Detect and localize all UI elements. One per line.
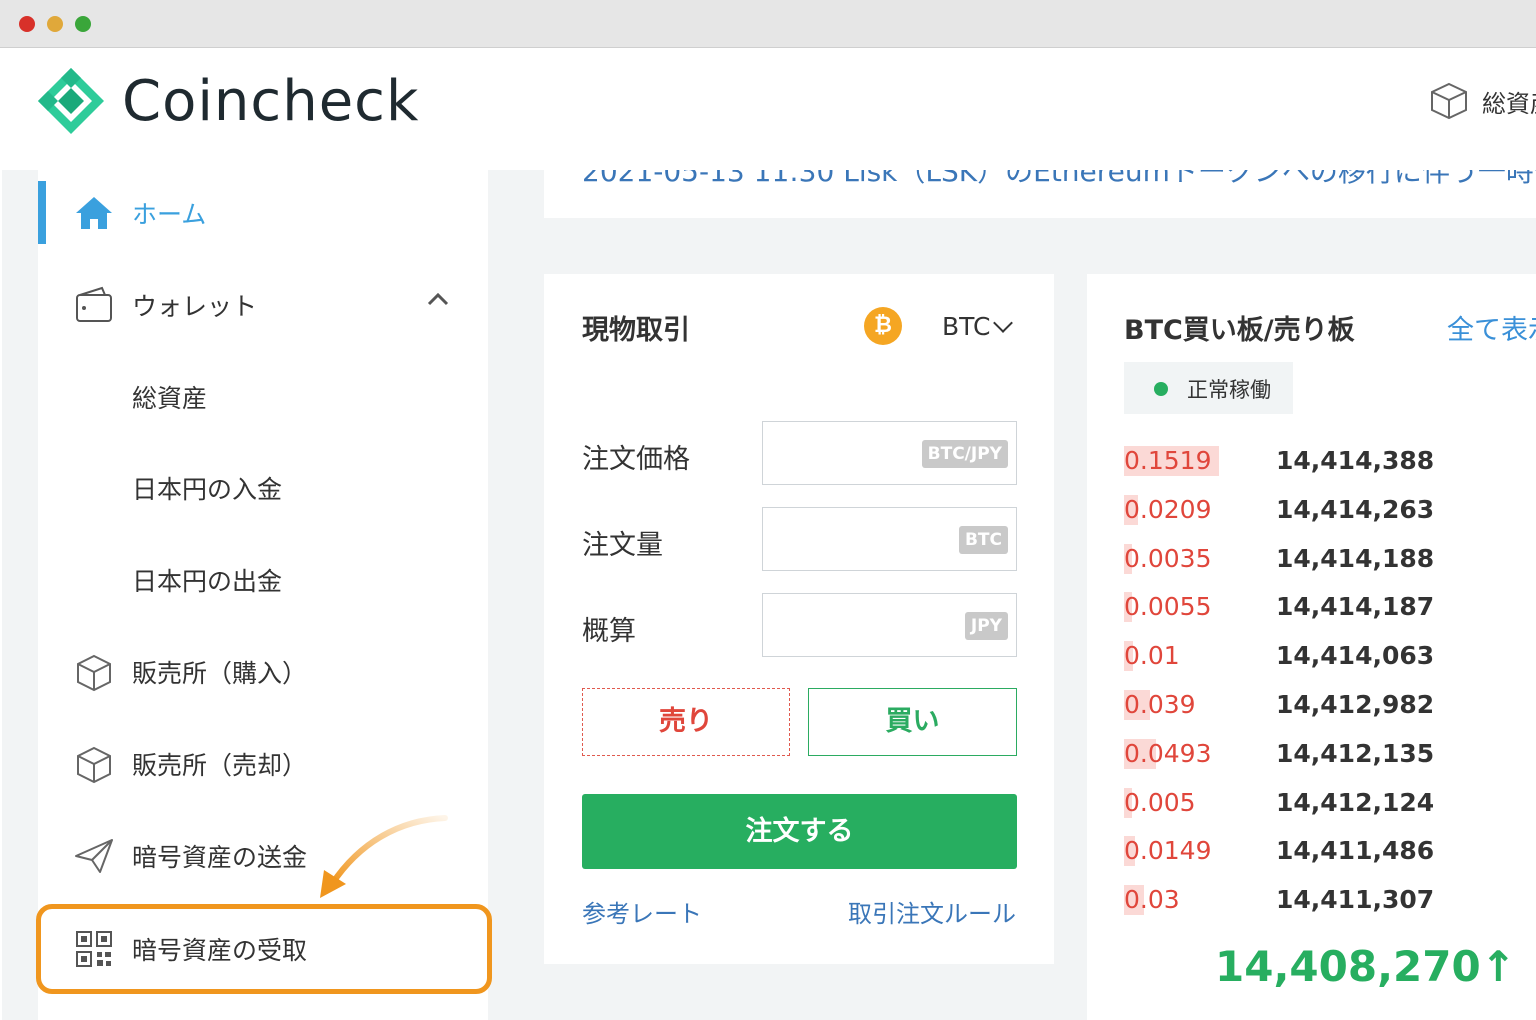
sidebar-item-label: 暗号資産の送金 xyxy=(132,843,308,872)
ask-amount: 0.1519 xyxy=(1124,446,1212,475)
ask-amount: 0.0055 xyxy=(1124,592,1212,622)
sidebar-item-label: ホーム xyxy=(132,200,207,229)
order-price-label: 注文価格 xyxy=(582,444,690,475)
ask-price: 14,411,307 xyxy=(1276,885,1435,915)
table-row[interactable]: 0.0209 14,414,263 xyxy=(1124,494,1524,525)
status-text: 正常稼働 xyxy=(1187,378,1271,402)
spot-trade-panel: 現物取引 ₿ BTC 注文価格 BTC/JPY 注文量 BTC 概算 JPY 売… xyxy=(544,274,1054,964)
status-dot-icon xyxy=(1154,382,1168,396)
table-row[interactable]: 0.0035 14,414,188 xyxy=(1124,543,1524,574)
close-window-icon[interactable] xyxy=(19,16,35,32)
table-row[interactable]: 0.03 14,411,307 xyxy=(1124,885,1524,916)
table-row[interactable]: 0.0149 14,411,486 xyxy=(1124,836,1524,867)
sidebar-item-jpy-withdraw[interactable]: 日本円の出金 xyxy=(38,545,488,615)
ask-price: 14,412,135 xyxy=(1276,738,1435,768)
wallet-icon xyxy=(76,286,112,322)
status-badge: 正常稼働 xyxy=(1124,362,1293,414)
table-row[interactable]: 0.0493 14,412,135 xyxy=(1124,738,1524,769)
ask-amount: 0.0149 xyxy=(1124,836,1212,866)
sidebar-item-exchange-sell[interactable]: 販売所（売却） xyxy=(38,729,488,799)
ask-amount: 0.03 xyxy=(1124,885,1180,915)
unit-badge: JPY xyxy=(964,612,1008,640)
ask-price: 14,414,388 xyxy=(1276,446,1435,475)
chevron-down-icon xyxy=(993,313,1014,333)
minimize-window-icon[interactable] xyxy=(47,16,63,32)
table-row[interactable]: 0.1519 14,414,388 xyxy=(1124,446,1524,476)
table-row[interactable]: 0.0055 14,414,187 xyxy=(1124,592,1524,623)
sidebar-item-label: ウォレット xyxy=(132,292,258,321)
panel-title: BTC買い板/売り板 xyxy=(1124,315,1355,346)
order-amount-input[interactable]: BTC xyxy=(762,507,1017,571)
unit-badge: BTC xyxy=(958,526,1008,554)
coincheck-logo-icon[interactable] xyxy=(36,66,106,136)
sidebar-item-jpy-deposit[interactable]: 日本円の入金 xyxy=(38,453,488,523)
ask-price: 14,411,486 xyxy=(1276,836,1435,866)
chevron-up-icon[interactable] xyxy=(426,288,450,312)
sidebar-item-label: 販売所（売却） xyxy=(132,751,308,780)
announcement-link[interactable]: 2021-05-13 11:30 Lisk（LSK）のEthereumトークンへ… xyxy=(582,170,1536,190)
panel-title: 現物取引 xyxy=(582,315,690,346)
box-icon xyxy=(77,746,111,784)
ask-amount: 0.005 xyxy=(1124,787,1196,817)
maximize-window-icon[interactable] xyxy=(75,16,91,32)
sidebar-item-exchange-buy[interactable]: 販売所（購入） xyxy=(38,637,488,707)
ask-price: 14,414,187 xyxy=(1276,592,1435,622)
sell-button[interactable]: 売り xyxy=(582,688,790,756)
browser-chrome xyxy=(0,0,1536,48)
sidebar-item-label: 日本円の入金 xyxy=(132,475,283,504)
ask-amount: 0.0035 xyxy=(1124,543,1212,573)
table-row[interactable]: 0.01 14,414,063 xyxy=(1124,641,1524,672)
total-assets-label[interactable]: 総資産 xyxy=(1482,84,1536,119)
order-amount-label: 注文量 xyxy=(582,530,663,561)
brand-name[interactable]: Coincheck xyxy=(122,70,419,134)
arrow-annotation-icon xyxy=(320,815,448,898)
show-all-link[interactable]: 全て表示 xyxy=(1447,308,1536,347)
ask-amount: 0.01 xyxy=(1124,641,1180,671)
sidebar-item-total-assets[interactable]: 総資産 xyxy=(38,362,488,432)
ask-price: 14,412,124 xyxy=(1276,787,1435,817)
send-icon xyxy=(75,839,113,873)
bitcoin-icon: ₿ xyxy=(864,307,902,345)
ask-amount: 0.0493 xyxy=(1124,738,1212,768)
sidebar-item-home[interactable]: ホーム xyxy=(38,178,488,248)
cube-icon xyxy=(1431,82,1467,120)
ask-price: 14,414,188 xyxy=(1276,543,1435,573)
ask-price: 14,412,982 xyxy=(1276,690,1435,719)
highlight-annotation xyxy=(36,904,492,994)
sidebar-item-label: 販売所（購入） xyxy=(132,659,308,688)
table-row[interactable]: 0.005 14,412,124 xyxy=(1124,787,1524,818)
sidebar-item-label: 総資産 xyxy=(132,384,208,413)
estimate-label: 概算 xyxy=(582,616,636,647)
sidebar-item-wallet[interactable]: ウォレット xyxy=(38,270,488,340)
home-icon xyxy=(76,197,112,229)
ask-price: 14,414,063 xyxy=(1276,641,1435,671)
order-price-input[interactable]: BTC/JPY xyxy=(762,421,1017,485)
sidebar-item-label: 日本円の出金 xyxy=(132,567,283,596)
site-header: Coincheck 総資産 xyxy=(2,48,1536,170)
order-book-panel: BTC買い板/売り板 全て表示 正常稼働 0.1519 14,414,388 0.0… xyxy=(1087,274,1536,1020)
trade-rules-link[interactable]: 取引注文ルール xyxy=(848,894,1016,929)
table-row[interactable]: 0.039 14,412,982 xyxy=(1124,690,1524,720)
estimate-input[interactable]: JPY xyxy=(762,593,1017,657)
announcement-bar: 2021-05-13 11:30 Lisk（LSK）のEthereumトークンへ… xyxy=(544,170,1536,218)
pair-select-value: BTC xyxy=(942,312,991,341)
ask-price: 14,414,263 xyxy=(1276,494,1435,524)
ask-amount: 0.0209 xyxy=(1124,494,1212,524)
pair-select[interactable]: BTC xyxy=(942,312,1014,341)
ask-amount: 0.039 xyxy=(1124,690,1196,719)
buy-button[interactable]: 買い xyxy=(808,688,1017,756)
unit-badge: BTC/JPY xyxy=(921,440,1008,468)
last-price: 14,408,270↑ xyxy=(1215,942,1516,991)
box-icon xyxy=(77,654,111,692)
place-order-button[interactable]: 注文する xyxy=(582,794,1017,869)
reference-rate-link[interactable]: 参考レート xyxy=(582,894,702,929)
